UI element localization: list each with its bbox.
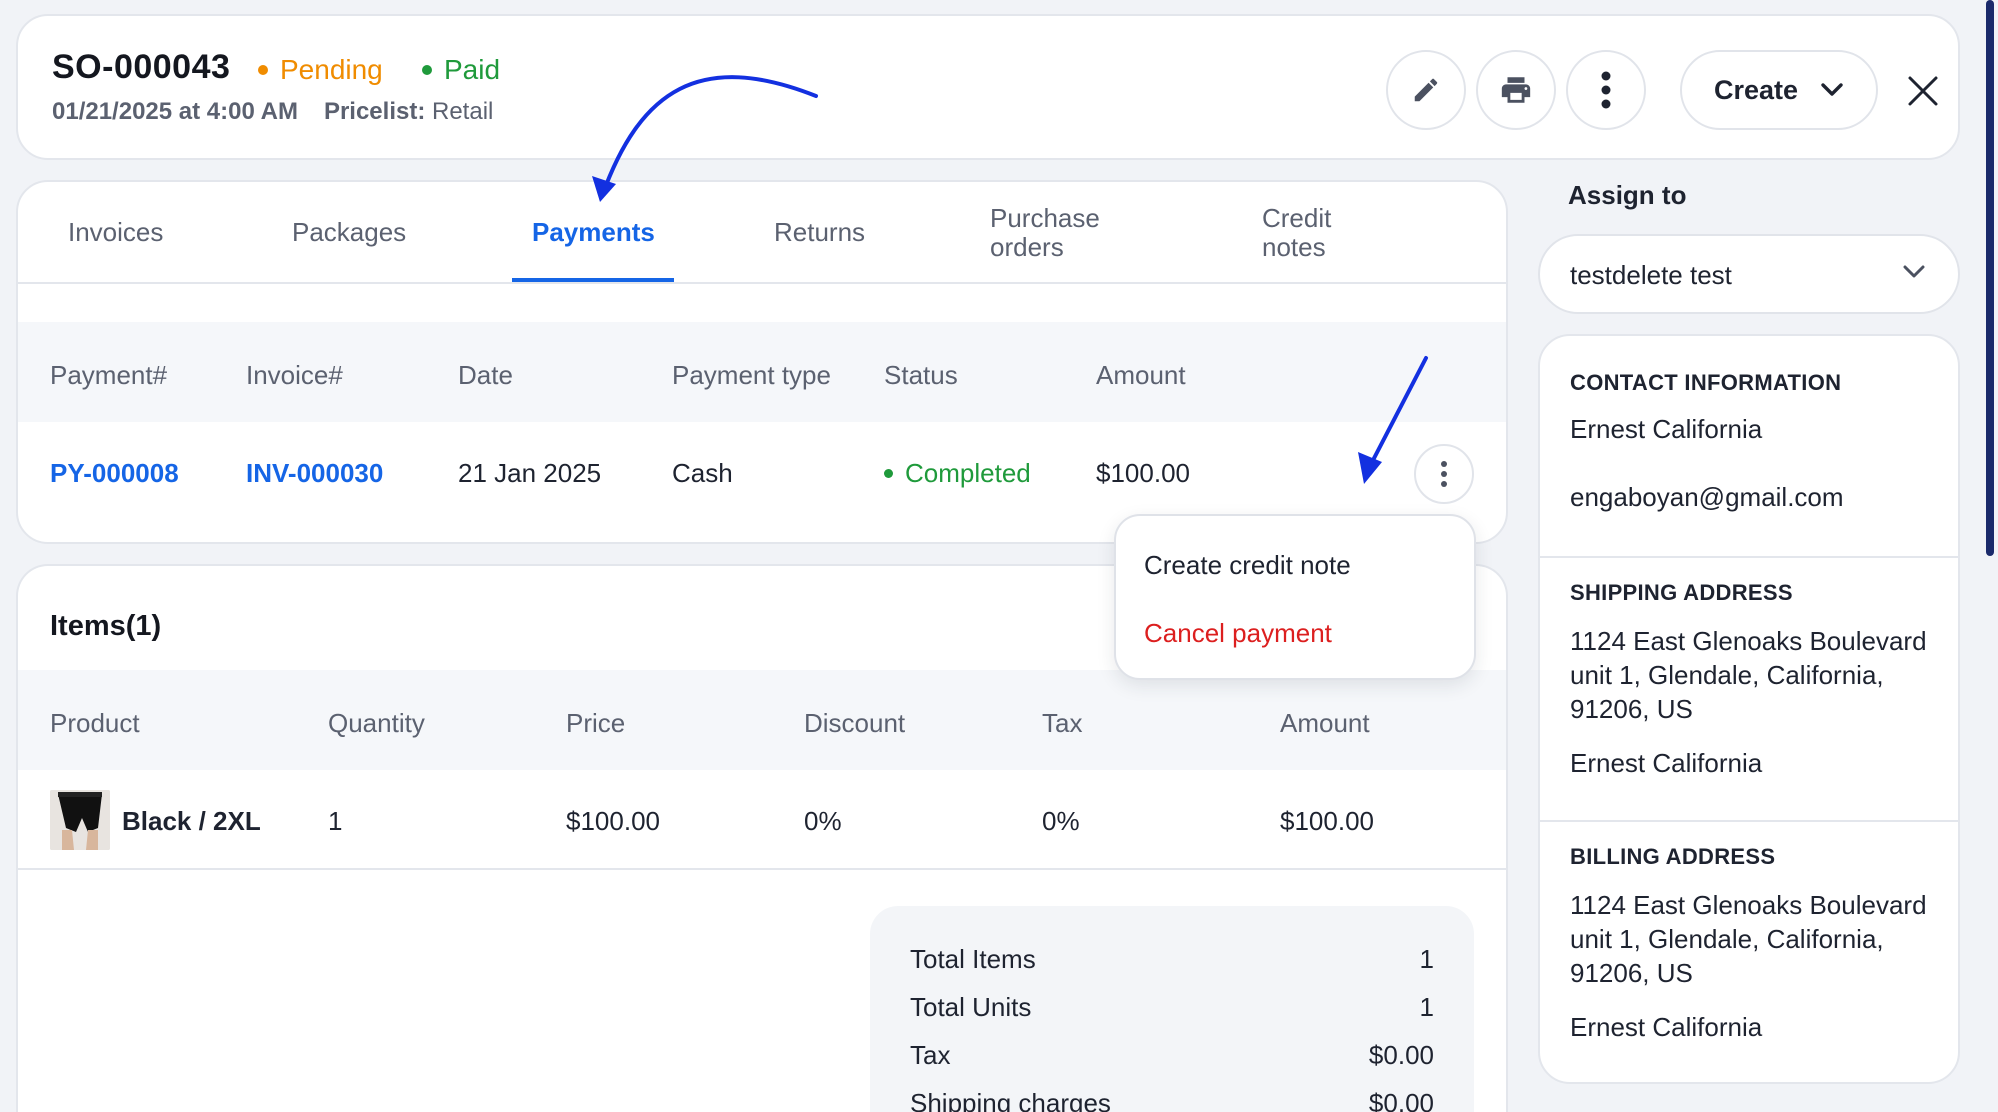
item-quantity: 1 <box>328 806 343 836</box>
contact-email: engaboyan@gmail.com <box>1570 482 1844 512</box>
row-actions-button[interactable] <box>1414 444 1474 504</box>
tab-invoices[interactable]: Invoices <box>68 218 163 247</box>
product-thumbnail <box>50 790 110 850</box>
column-header: Tax <box>1042 708 1083 738</box>
column-header: Product <box>50 708 140 738</box>
order-id: SO-000043 <box>52 48 231 86</box>
pending-status-badge: Pending <box>258 54 383 86</box>
order-totals: Total Items 1 Total Units 1 Tax $0.00 Shipp… <box>870 906 1474 1112</box>
column-header: Amount <box>1280 708 1370 738</box>
contact-section-title: CONTACT INFORMATION <box>1570 370 1842 395</box>
column-header: Amount <box>1096 360 1186 390</box>
divider <box>1540 820 1958 822</box>
edit-button[interactable] <box>1386 50 1466 130</box>
vertical-dots-icon <box>1601 71 1611 109</box>
assign-to-label: Assign to <box>1568 180 1687 210</box>
related-documents-panel: Invoices Packages Payments Returns Purch… <box>16 180 1508 544</box>
product-link[interactable]: Black / 2XL <box>122 806 261 837</box>
pricelist-label: Pricelist: <box>323 98 426 125</box>
row-actions-menu: Create credit note Cancel payment <box>1114 514 1476 680</box>
contact-name: Ernest California <box>1570 414 1763 444</box>
cancel-payment-menu-item[interactable]: Cancel payment <box>1144 618 1332 649</box>
column-header: Discount <box>804 708 906 738</box>
total-label: Total Items <box>910 944 1036 974</box>
items-table-header: Product Quantity Price Discount Tax Amou… <box>18 670 1506 770</box>
customer-info-panel: CONTACT INFORMATION Ernest California en… <box>1538 334 1960 1084</box>
create-label: Create <box>1713 74 1799 105</box>
more-actions-button[interactable] <box>1566 50 1646 130</box>
chevron-down-icon <box>1903 265 1925 278</box>
status-dot <box>884 469 893 478</box>
order-header: SO-000043 Pending Paid 01/21/2025 at 4:0… <box>16 14 1960 160</box>
total-row: Tax $0.00 <box>910 1040 1434 1071</box>
printer-icon <box>1501 77 1531 103</box>
total-value: $0.00 <box>1368 1040 1434 1070</box>
column-header: Date <box>458 360 513 390</box>
items-title: Items(1) <box>50 610 162 642</box>
item-tax: 0% <box>1042 806 1080 836</box>
item-price: $100.00 <box>566 806 660 836</box>
column-header: Status <box>884 360 958 390</box>
payment-type: Cash <box>672 458 733 488</box>
payments-table-header: Payment# Invoice# Date Payment type Stat… <box>18 322 1506 422</box>
total-value: 1 <box>1419 944 1434 974</box>
assign-to-select[interactable]: testdelete test <box>1538 234 1960 314</box>
tab-packages[interactable]: Packages <box>292 218 406 247</box>
pending-label: Pending <box>280 54 383 85</box>
payment-date: 21 Jan 2025 <box>458 458 602 488</box>
shipping-section-title: SHIPPING ADDRESS <box>1570 580 1793 605</box>
tab-payments[interactable]: Payments <box>532 218 655 247</box>
pencil-icon <box>1414 78 1438 102</box>
column-header: Quantity <box>328 708 425 738</box>
billing-address: 1124 East Glenoaks Boulevard unit 1, Gle… <box>1570 890 1927 988</box>
order-subline: 01/21/2025 at 4:00 AM Pricelist: Retail <box>52 98 493 126</box>
status-dot <box>258 65 268 75</box>
table-row: Black / 2XL 1 $100.00 0% 0% $100.00 <box>18 770 1506 870</box>
tab-returns[interactable]: Returns <box>774 218 865 247</box>
total-row: Total Units 1 <box>910 992 1434 1023</box>
payment-status-label: Completed <box>905 458 1031 488</box>
column-header: Invoice# <box>246 360 343 390</box>
total-value: 1 <box>1419 992 1434 1022</box>
divider <box>1540 556 1958 558</box>
paid-status-badge: Paid <box>422 54 500 86</box>
active-tab-indicator <box>512 278 674 282</box>
item-amount: $100.00 <box>1280 806 1374 836</box>
column-header: Payment# <box>50 360 168 390</box>
payment-status: Completed <box>884 458 1031 489</box>
shipping-address: 1124 East Glenoaks Boulevard unit 1, Gle… <box>1570 626 1927 724</box>
close-icon <box>1908 76 1938 106</box>
column-header: Payment type <box>672 360 831 390</box>
payment-number-link[interactable]: PY-000008 <box>50 458 179 489</box>
order-datetime: 01/21/2025 at 4:00 AM <box>52 98 298 125</box>
create-credit-note-menu-item[interactable]: Create credit note <box>1144 550 1351 581</box>
assign-to-value: testdelete test <box>1570 260 1732 290</box>
shipping-name: Ernest California <box>1570 748 1763 778</box>
billing-name: Ernest California <box>1570 1012 1763 1042</box>
total-label: Tax <box>910 1040 951 1070</box>
create-dropdown-button[interactable]: Create <box>1680 50 1878 130</box>
item-discount: 0% <box>804 806 842 836</box>
close-button[interactable] <box>1898 66 1948 116</box>
column-header: Price <box>566 708 626 738</box>
scrollbar[interactable] <box>1986 0 1994 556</box>
status-dot <box>422 65 432 75</box>
tab-purchase-orders[interactable]: Purchase orders <box>990 204 1100 261</box>
total-row: Total Items 1 <box>910 944 1434 975</box>
paid-label: Paid <box>444 54 501 85</box>
total-label: Total Units <box>910 992 1032 1022</box>
total-row: Shipping charges $0.00 <box>910 1088 1434 1112</box>
total-value: $0.00 <box>1368 1088 1434 1112</box>
vertical-dots-icon <box>1441 461 1447 487</box>
pricelist: Pricelist: Retail <box>324 98 493 126</box>
pricelist-value: Retail <box>432 98 494 125</box>
chevron-down-icon <box>1821 83 1843 96</box>
tab-bar: Invoices Packages Payments Returns Purch… <box>18 182 1506 284</box>
tab-credit-notes[interactable]: Credit notes <box>1262 204 1331 261</box>
total-label: Shipping charges <box>910 1088 1111 1112</box>
billing-section-title: BILLING ADDRESS <box>1570 844 1776 869</box>
payment-amount: $100.00 <box>1096 458 1190 488</box>
invoice-number-link[interactable]: INV-000030 <box>246 458 383 489</box>
print-button[interactable] <box>1476 50 1556 130</box>
